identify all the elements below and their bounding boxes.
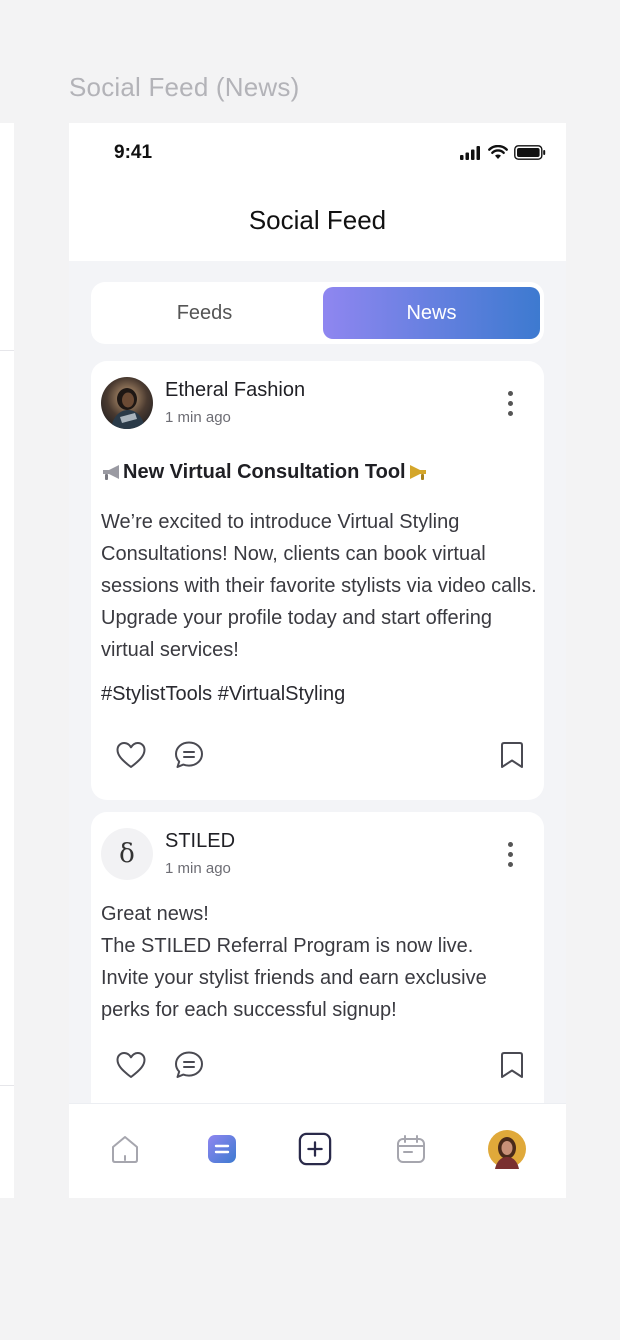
signal-icon	[460, 145, 480, 160]
post-headline: New Virtual Consultation Tool	[101, 461, 428, 484]
heart-icon[interactable]	[115, 1050, 147, 1080]
post-timestamp: 1 min ago	[165, 409, 231, 426]
author-avatar-glyph: δ	[119, 839, 135, 869]
home-icon[interactable]	[108, 1132, 142, 1166]
wifi-icon	[488, 145, 508, 159]
add-icon[interactable]	[298, 1132, 332, 1166]
author-avatar[interactable]	[101, 377, 153, 429]
megaphone-gold-icon	[409, 464, 426, 480]
bottom-nav	[69, 1103, 566, 1198]
bookmark-icon[interactable]	[499, 740, 525, 770]
adjacent-screen-edge	[0, 123, 14, 1198]
more-vertical-icon[interactable]	[508, 842, 514, 867]
post-card: Etheral Fashion 1 min ago New Virtual Co…	[91, 361, 544, 800]
post-headline-text: New Virtual Consultation Tool	[123, 461, 406, 483]
tab-news[interactable]: News	[323, 287, 540, 339]
post-hashtags[interactable]: #StylistTools #VirtualStyling	[101, 683, 345, 706]
heart-icon[interactable]	[115, 740, 147, 770]
comment-icon[interactable]	[173, 740, 205, 770]
feed-icon[interactable]	[205, 1132, 239, 1166]
megaphone-icon	[103, 464, 119, 480]
post-card: δ STILED 1 min ago Great news! The STILE…	[91, 812, 544, 1132]
post-body-line: Great news!	[101, 903, 209, 925]
phone-screen: 9:41 Social Feed Feeds News Etheral Fash…	[69, 123, 566, 1198]
status-icons	[460, 145, 546, 160]
post-actions	[115, 740, 525, 774]
page-title: Social Feed	[248, 205, 387, 235]
author-avatar[interactable]: δ	[101, 828, 153, 880]
post-body-line: The STILED Referral Program is now live.	[101, 935, 474, 957]
post-timestamp: 1 min ago	[165, 860, 231, 877]
more-vertical-icon[interactable]	[508, 391, 514, 416]
post-actions	[115, 1050, 525, 1084]
bookmark-icon[interactable]	[499, 1050, 525, 1080]
post-body-line: Invite your stylist friends and earn exc…	[101, 967, 487, 1021]
author-name[interactable]: Etheral Fashion	[165, 379, 305, 402]
battery-icon	[514, 145, 546, 160]
author-name[interactable]: STILED	[165, 830, 235, 853]
comment-icon[interactable]	[173, 1050, 205, 1080]
post-body: Great news! The STILED Referral Program …	[101, 898, 539, 1026]
profile-avatar-icon[interactable]	[487, 1129, 527, 1169]
calendar-icon[interactable]	[394, 1132, 428, 1166]
frame-title: Social Feed (News)	[69, 72, 300, 102]
feed-tabs: Feeds News	[91, 282, 544, 344]
post-body: We’re excited to introduce Virtual Styli…	[101, 511, 537, 661]
top-bar: 9:41 Social Feed	[69, 123, 566, 261]
status-time: 9:41	[114, 142, 153, 163]
tab-feeds[interactable]: Feeds	[96, 287, 313, 339]
